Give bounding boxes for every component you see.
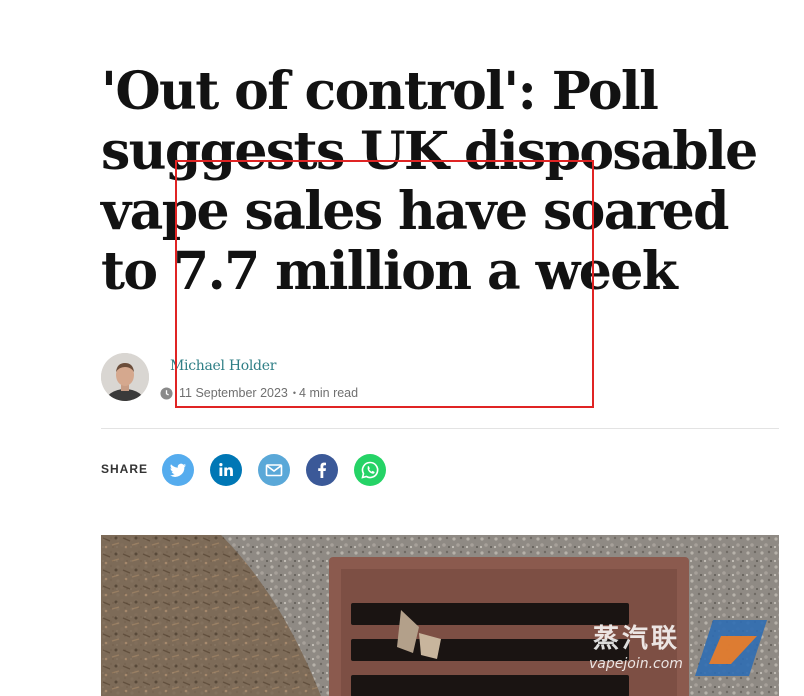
whatsapp-share-button[interactable] bbox=[354, 454, 386, 486]
email-share-button[interactable] bbox=[258, 454, 290, 486]
clock-icon bbox=[160, 386, 173, 400]
meta-divider bbox=[101, 428, 779, 429]
watermark-title: 蒸汽联 bbox=[593, 624, 681, 654]
linkedin-icon bbox=[210, 454, 242, 486]
article-headline: 'Out of control': Poll suggests UK dispo… bbox=[101, 61, 758, 302]
watermark-logo: 蒸汽联 vapejoin.com bbox=[581, 616, 771, 686]
read-time: 4 min read bbox=[299, 386, 359, 400]
watermark-subtitle: vapejoin.com bbox=[589, 656, 683, 672]
author-link[interactable]: Michael Holder bbox=[170, 358, 276, 374]
facebook-share-button[interactable] bbox=[306, 454, 338, 486]
linkedin-share-button[interactable] bbox=[210, 454, 242, 486]
facebook-icon bbox=[306, 454, 338, 486]
share-label: SHARE bbox=[101, 462, 149, 476]
article-meta: 11 September 2023 • 4 min read bbox=[160, 385, 358, 401]
author-avatar[interactable] bbox=[101, 353, 149, 401]
twitter-share-button[interactable] bbox=[162, 454, 194, 486]
twitter-icon bbox=[162, 454, 194, 486]
hero-image: 蒸汽联 vapejoin.com bbox=[101, 535, 779, 696]
email-icon bbox=[258, 454, 290, 486]
publish-date: 11 September 2023 bbox=[179, 386, 288, 400]
whatsapp-icon bbox=[354, 454, 386, 486]
meta-separator: • bbox=[292, 388, 297, 398]
